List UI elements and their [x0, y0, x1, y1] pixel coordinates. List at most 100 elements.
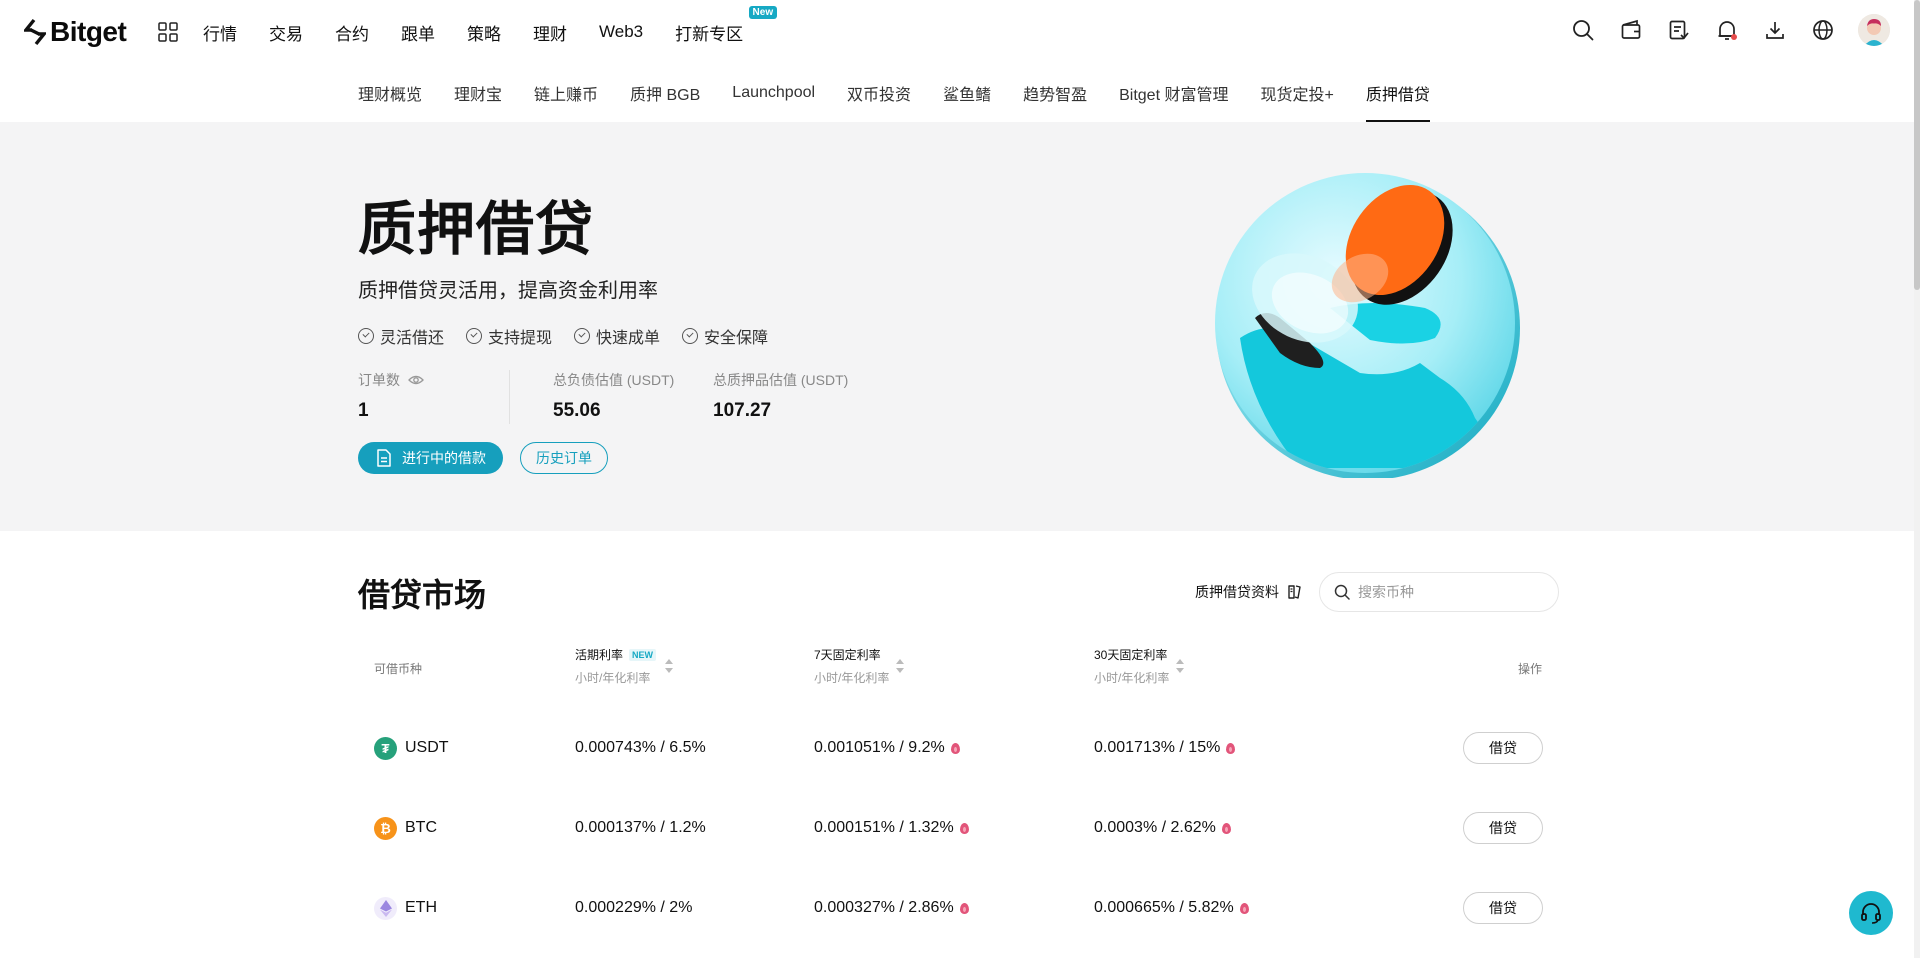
- fixed-30day-rate-value: 0.001713% / 15%: [1094, 739, 1221, 756]
- tab-wealth-management[interactable]: Bitget 财富管理: [1119, 64, 1228, 122]
- flexible-rate: 0.000137% / 1.2%: [575, 819, 706, 836]
- page-scrollbar[interactable]: [1914, 0, 1920, 958]
- tab-shark-fin[interactable]: 鲨鱼鳍: [943, 64, 991, 122]
- tab-crypto-loans[interactable]: 质押借贷: [1365, 64, 1430, 122]
- col-30day-fixed-rate[interactable]: 30天固定利率 小时/年化利率: [1094, 646, 1169, 686]
- search-icon[interactable]: [1570, 17, 1596, 43]
- col-action: 操作: [1518, 662, 1543, 676]
- wallet-icon[interactable]: [1618, 17, 1644, 43]
- fixed-7day-rate: 0.000151% / 1.32%: [814, 808, 969, 848]
- coin-search[interactable]: [1319, 572, 1559, 612]
- feature-list: 灵活借还 支持提现 快速成单 安全保障: [358, 324, 768, 348]
- history-orders-button[interactable]: 历史订单: [520, 442, 608, 474]
- stat-order-count: 订单数 1: [358, 370, 510, 424]
- coin-cell: ₿ BTC: [374, 808, 437, 848]
- earn-subtabs: 理财概览 理财宝 链上赚币 质押 BGB Launchpool 双币投资 鲨鱼鳍…: [358, 64, 1462, 122]
- col-rate-unit: 小时/年化利率: [814, 671, 890, 685]
- tab-spot-dca[interactable]: 现货定投+: [1260, 64, 1333, 122]
- stat-total-collateral: 总质押品估值 (USDT) 107.27: [713, 370, 848, 424]
- feature-item: 灵活借还: [358, 324, 444, 348]
- tab-stake-bgb[interactable]: 质押 BGB: [630, 64, 700, 122]
- col-7day-label: 7天固定利率: [814, 648, 881, 662]
- download-icon[interactable]: [1762, 17, 1788, 43]
- hot-flame-icon: [1221, 822, 1231, 834]
- fixed-7day-rate-value: 0.001051% / 9.2%: [814, 739, 945, 756]
- loan-hand-coin-illustration: [1215, 173, 1520, 478]
- tab-onchain-earn[interactable]: 链上赚币: [534, 64, 598, 122]
- tab-launchpool[interactable]: Launchpool: [732, 64, 815, 122]
- menu-market[interactable]: 行情: [203, 20, 237, 45]
- feature-label: 支持提现: [488, 330, 553, 347]
- borrow-button[interactable]: 借贷: [1463, 732, 1543, 764]
- tab-savings[interactable]: 理财宝: [454, 64, 502, 122]
- header-actions: [1570, 14, 1890, 46]
- sort-icon[interactable]: [665, 659, 673, 673]
- stat-label: 订单数: [358, 370, 489, 390]
- tab-earn-overview[interactable]: 理财概览: [358, 64, 422, 122]
- btc-icon: ₿: [374, 816, 397, 840]
- menu-strategy[interactable]: 策略: [467, 20, 501, 45]
- stat-order-count-label: 订单数: [358, 372, 400, 388]
- menu-trade[interactable]: 交易: [269, 20, 303, 45]
- loan-docs-link[interactable]: 质押借贷资料: [1195, 582, 1303, 602]
- hot-flame-icon: [959, 902, 969, 914]
- coin-name: BTC: [405, 819, 437, 836]
- feature-label: 快速成单: [596, 330, 661, 347]
- loan-stats: 订单数 1 总负债估值 (USDT) 55.06 总质押品估值 (USDT) 1…: [358, 370, 848, 424]
- stat-order-count-value: 1: [358, 400, 369, 421]
- hot-flame-icon: [959, 822, 969, 834]
- loan-docs-label: 质押借贷资料: [1195, 584, 1279, 600]
- fixed-30day-rate: 0.0003% / 2.62%: [1094, 808, 1231, 848]
- bitget-logo[interactable]: Bitget: [24, 16, 127, 48]
- stat-total-debt-value: 55.06: [553, 400, 601, 421]
- stat-total-debt-label: 总负债估值 (USDT): [553, 372, 675, 388]
- coin-name: ETH: [405, 899, 437, 916]
- stat-total-collateral-label: 总质押品估值 (USDT): [713, 372, 849, 388]
- tab-dual-investment[interactable]: 双币投资: [847, 64, 911, 122]
- check-circle-icon: [574, 328, 591, 344]
- menu-web3[interactable]: Web3: [599, 22, 643, 42]
- brand-name: Bitget: [50, 16, 127, 47]
- sort-icon[interactable]: [896, 659, 904, 673]
- scrollbar-thumb[interactable]: [1914, 0, 1920, 290]
- avatar[interactable]: [1858, 14, 1890, 46]
- feature-label: 灵活借还: [380, 330, 445, 347]
- market-title: 借贷市场: [358, 577, 487, 613]
- customer-support-button[interactable]: [1849, 891, 1893, 935]
- coin-search-input[interactable]: [1358, 584, 1538, 600]
- table-row: ETH 0.000229% / 2% 0.000327% / 2.86% 0.0…: [358, 888, 1558, 928]
- search-icon: [1334, 584, 1350, 600]
- eye-icon[interactable]: [408, 374, 424, 386]
- borrow-button[interactable]: 借贷: [1463, 812, 1543, 844]
- language-globe-icon[interactable]: [1810, 17, 1836, 43]
- col-coin: 可借币种: [374, 662, 423, 676]
- fixed-30day-rate: 0.000665% / 5.82%: [1094, 888, 1249, 928]
- check-circle-icon: [682, 328, 699, 344]
- menu-futures[interactable]: 合约: [335, 20, 369, 45]
- orders-icon[interactable]: [1666, 17, 1692, 43]
- feature-item: 支持提现: [466, 324, 552, 348]
- stat-total-collateral-value: 107.27: [713, 400, 772, 421]
- flexible-rate: 0.000229% / 2%: [575, 899, 693, 916]
- notification-bell-icon[interactable]: [1714, 17, 1740, 43]
- table-row: ₿ BTC 0.000137% / 1.2% 0.000151% / 1.32%…: [358, 808, 1558, 848]
- borrow-button[interactable]: 借贷: [1463, 892, 1543, 924]
- stat-total-debt: 总负债估值 (USDT) 55.06: [553, 370, 713, 424]
- menu-launch-zone[interactable]: 打新专区 New: [675, 5, 778, 45]
- menu-launch-zone-label: 打新专区: [675, 24, 744, 44]
- tab-trend-earn[interactable]: 趋势智盈: [1023, 64, 1087, 122]
- menu-earn[interactable]: 理财: [533, 20, 567, 45]
- col-7day-fixed-rate[interactable]: 7天固定利率 小时/年化利率: [814, 646, 889, 686]
- eth-icon: [374, 896, 397, 920]
- active-loans-button[interactable]: 进行中的借款: [358, 442, 503, 474]
- col-flexible-rate[interactable]: 活期利率 NEW 小时/年化利率: [575, 646, 657, 686]
- feature-label: 安全保障: [704, 330, 769, 347]
- apps-grid-icon[interactable]: [158, 22, 178, 42]
- table-header: 可借币种 活期利率 NEW 小时/年化利率 7天固定利率 小时/年化利率 30天固…: [358, 646, 1558, 690]
- fixed-7day-rate: 0.001051% / 9.2%: [814, 728, 960, 768]
- new-badge: New: [748, 5, 778, 19]
- sort-icon[interactable]: [1176, 659, 1184, 673]
- col-flexible-rate-label: 活期利率: [575, 648, 624, 662]
- menu-copy-trading[interactable]: 跟单: [401, 20, 435, 45]
- check-circle-icon: [358, 328, 374, 344]
